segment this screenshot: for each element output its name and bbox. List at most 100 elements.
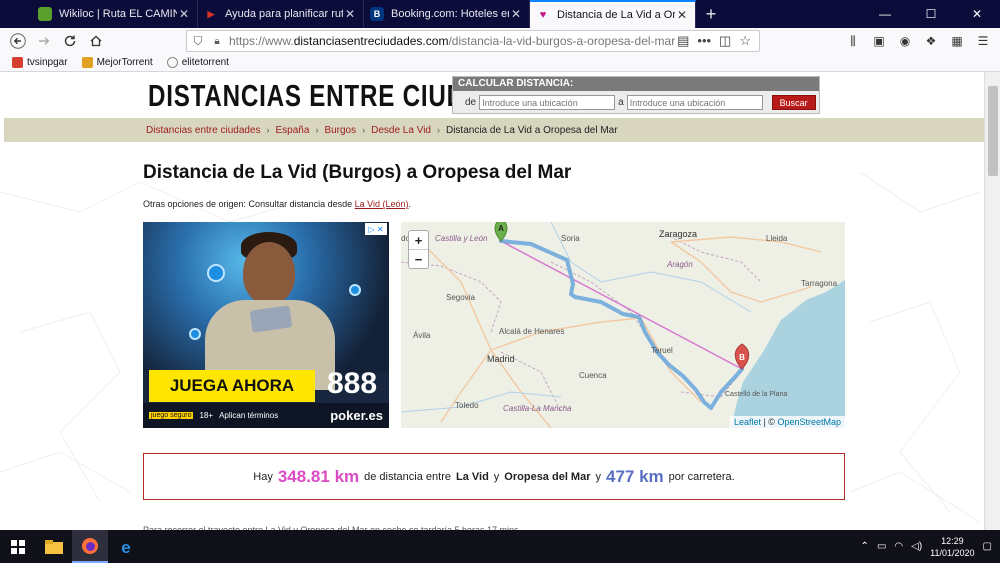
battery-icon[interactable]: ▭ bbox=[877, 541, 886, 552]
breadcrumb-home[interactable]: Distancias entre ciudades bbox=[146, 125, 261, 136]
url-text[interactable]: https://www.distanciasentreciudades.com/… bbox=[225, 34, 677, 48]
maximize-button[interactable]: ☐ bbox=[908, 0, 954, 28]
search-button[interactable]: Buscar bbox=[771, 95, 816, 110]
route-map[interactable]: Castilla y León Soria Zaragoza Lleida Ar… bbox=[401, 222, 845, 428]
bookmark-label: elitetorrent bbox=[181, 57, 229, 68]
map-label: Toledo bbox=[455, 401, 479, 410]
windows-start-icon[interactable] bbox=[0, 530, 36, 563]
osm-link[interactable]: OpenStreetMap bbox=[777, 417, 841, 427]
advertisement-banner[interactable]: ▷ ✕ JUEGA AHORA 888 juego seguro 18+ Apl… bbox=[143, 222, 389, 428]
tab-title: Booking.com: Hoteles en Orop bbox=[391, 8, 509, 20]
tray-chevron-icon[interactable]: ⌃ bbox=[861, 541, 869, 552]
wikiloc-favicon-icon bbox=[38, 7, 52, 21]
breadcrumb-burgos[interactable]: Burgos bbox=[324, 125, 356, 136]
library-icon[interactable]: ⫼ bbox=[842, 30, 864, 52]
navigation-bar: ⛉ 🔒︎ https://www.distanciasentreciudades… bbox=[0, 28, 1000, 54]
calc-distance-box: CALCULAR DISTANCIA: de a Buscar bbox=[452, 76, 820, 114]
address-bar[interactable]: ⛉ 🔒︎ https://www.distanciasentreciudades… bbox=[186, 30, 760, 52]
lock-icon[interactable]: 🔒︎ bbox=[209, 36, 225, 47]
volume-icon[interactable]: ◁) bbox=[911, 541, 922, 552]
map-label: Ávila bbox=[413, 331, 431, 340]
tab-distancia[interactable]: ♥ Distancia de La Vid a Oropesa d ✕ bbox=[530, 0, 696, 28]
edge-icon[interactable]: e bbox=[108, 530, 144, 563]
tab-title: Ayuda para planificar ruta Ayllo bbox=[225, 8, 343, 20]
bookmark-favicon-icon bbox=[81, 57, 93, 68]
notifications-icon[interactable]: ▢ bbox=[983, 541, 992, 552]
marker-a-label: A bbox=[498, 224, 504, 233]
close-tab-icon[interactable]: ✕ bbox=[177, 7, 191, 21]
reader-view-icon[interactable]: ▤ bbox=[677, 33, 689, 49]
bookmark-star-icon[interactable]: ☆ bbox=[739, 33, 751, 49]
tab-ayuda-ruta[interactable]: ▶ Ayuda para planificar ruta Ayllo ✕ bbox=[198, 0, 364, 28]
firefox-icon[interactable] bbox=[72, 530, 108, 563]
addon-icon[interactable]: ▦ bbox=[946, 30, 968, 52]
forward-arrow-icon bbox=[39, 37, 50, 45]
ad-safe-gambling: juego seguro bbox=[149, 412, 194, 419]
breadcrumb-separator: › bbox=[266, 125, 270, 135]
page-scrollbar[interactable] bbox=[984, 72, 1000, 530]
road-distance: 477 km bbox=[606, 466, 664, 486]
forward-button[interactable] bbox=[32, 29, 56, 53]
tab-strip: Wikiloc | Ruta EL CAMINO DEL ✕ ▶ Ayuda p… bbox=[0, 0, 1000, 28]
new-tab-button[interactable]: + bbox=[696, 0, 726, 28]
tab-wikiloc[interactable]: Wikiloc | Ruta EL CAMINO DEL ✕ bbox=[32, 0, 198, 28]
distancias-favicon-icon: ♥ bbox=[539, 9, 547, 21]
bookmark-mejortorrent[interactable]: MejorTorrent bbox=[81, 57, 153, 68]
back-button[interactable] bbox=[6, 29, 30, 53]
close-tab-icon[interactable]: ✕ bbox=[343, 7, 357, 21]
clock[interactable]: 12:29 11/01/2020 bbox=[930, 535, 974, 559]
tab-booking[interactable]: B Booking.com: Hoteles en Orop ✕ bbox=[364, 0, 530, 28]
breadcrumb: Distancias entre ciudades › España › Bur… bbox=[4, 118, 984, 142]
straight-line-route bbox=[500, 240, 743, 370]
home-button[interactable] bbox=[84, 29, 108, 53]
close-window-button[interactable]: ✕ bbox=[954, 0, 1000, 28]
poker-chip-icon bbox=[349, 284, 361, 296]
close-tab-icon[interactable]: ✕ bbox=[675, 8, 689, 22]
result-and2: y bbox=[595, 470, 602, 483]
tracking-shield-icon[interactable]: ⛉ bbox=[187, 34, 209, 49]
bookmark-favicon-icon bbox=[166, 57, 178, 68]
breadcrumb-espana[interactable]: España bbox=[276, 125, 310, 136]
map-label: Madrid bbox=[487, 354, 515, 364]
to-input[interactable] bbox=[626, 95, 763, 110]
map-label: Tarragona bbox=[801, 279, 838, 288]
scrollbar-thumb[interactable] bbox=[988, 86, 998, 176]
result-mid: de distancia entre bbox=[364, 470, 451, 483]
window-controls: — ☐ ✕ bbox=[862, 0, 1000, 28]
result-post: por carretera. bbox=[668, 470, 735, 483]
zoom-in-button[interactable]: + bbox=[409, 231, 428, 250]
menu-icon[interactable]: ☰ bbox=[972, 30, 994, 52]
from-input[interactable] bbox=[479, 95, 616, 110]
url-prefix: https://www. bbox=[229, 34, 294, 48]
reload-button[interactable] bbox=[58, 29, 82, 53]
network-icon[interactable]: ◠ bbox=[894, 541, 903, 552]
map-label: Aragón bbox=[666, 260, 693, 269]
bookmarks-toolbar: tvsinpgar MejorTorrent elitetorrent bbox=[0, 54, 1000, 72]
bookmark-label: MejorTorrent bbox=[96, 57, 153, 68]
minimize-button[interactable]: — bbox=[862, 0, 908, 28]
zoom-out-button[interactable]: − bbox=[409, 250, 428, 269]
file-explorer-icon[interactable] bbox=[36, 530, 72, 563]
straight-distance: 348.81 km bbox=[277, 466, 360, 486]
pocket-icon[interactable]: ◫ bbox=[719, 33, 731, 49]
leaflet-link[interactable]: Leaflet bbox=[734, 417, 761, 427]
svg-text:e: e bbox=[121, 538, 130, 556]
map-canvas[interactable]: Castilla y León Soria Zaragoza Lleida Ar… bbox=[401, 222, 845, 428]
ad-age-badge: 18+ bbox=[199, 411, 214, 420]
account-icon[interactable]: ◉ bbox=[894, 30, 916, 52]
close-tab-icon[interactable]: ✕ bbox=[509, 7, 523, 21]
url-domain: distanciasentreciudades.com bbox=[293, 34, 449, 48]
zoom-control: + − bbox=[408, 230, 429, 269]
sidebar-icon[interactable]: ▣ bbox=[868, 30, 890, 52]
breadcrumb-desde-la-vid[interactable]: Desde La Vid bbox=[371, 125, 431, 136]
calc-title: CALCULAR DISTANCIA: bbox=[453, 77, 819, 91]
to-label: a bbox=[618, 97, 624, 108]
bookmark-tvsinpgar[interactable]: tvsinpgar bbox=[12, 57, 68, 68]
ad-choices-icon[interactable]: ▷ ✕ bbox=[365, 223, 387, 235]
la-vid-leon-link[interactable]: La Vid (León) bbox=[355, 199, 409, 209]
map-attribution: Leaflet | © OpenStreetMap bbox=[729, 416, 845, 428]
bookmark-elitetorrent[interactable]: elitetorrent bbox=[166, 57, 229, 68]
page-actions-icon[interactable]: ••• bbox=[697, 33, 711, 49]
ad-person bbox=[243, 242, 295, 304]
extension-icon[interactable]: ❖ bbox=[920, 30, 942, 52]
